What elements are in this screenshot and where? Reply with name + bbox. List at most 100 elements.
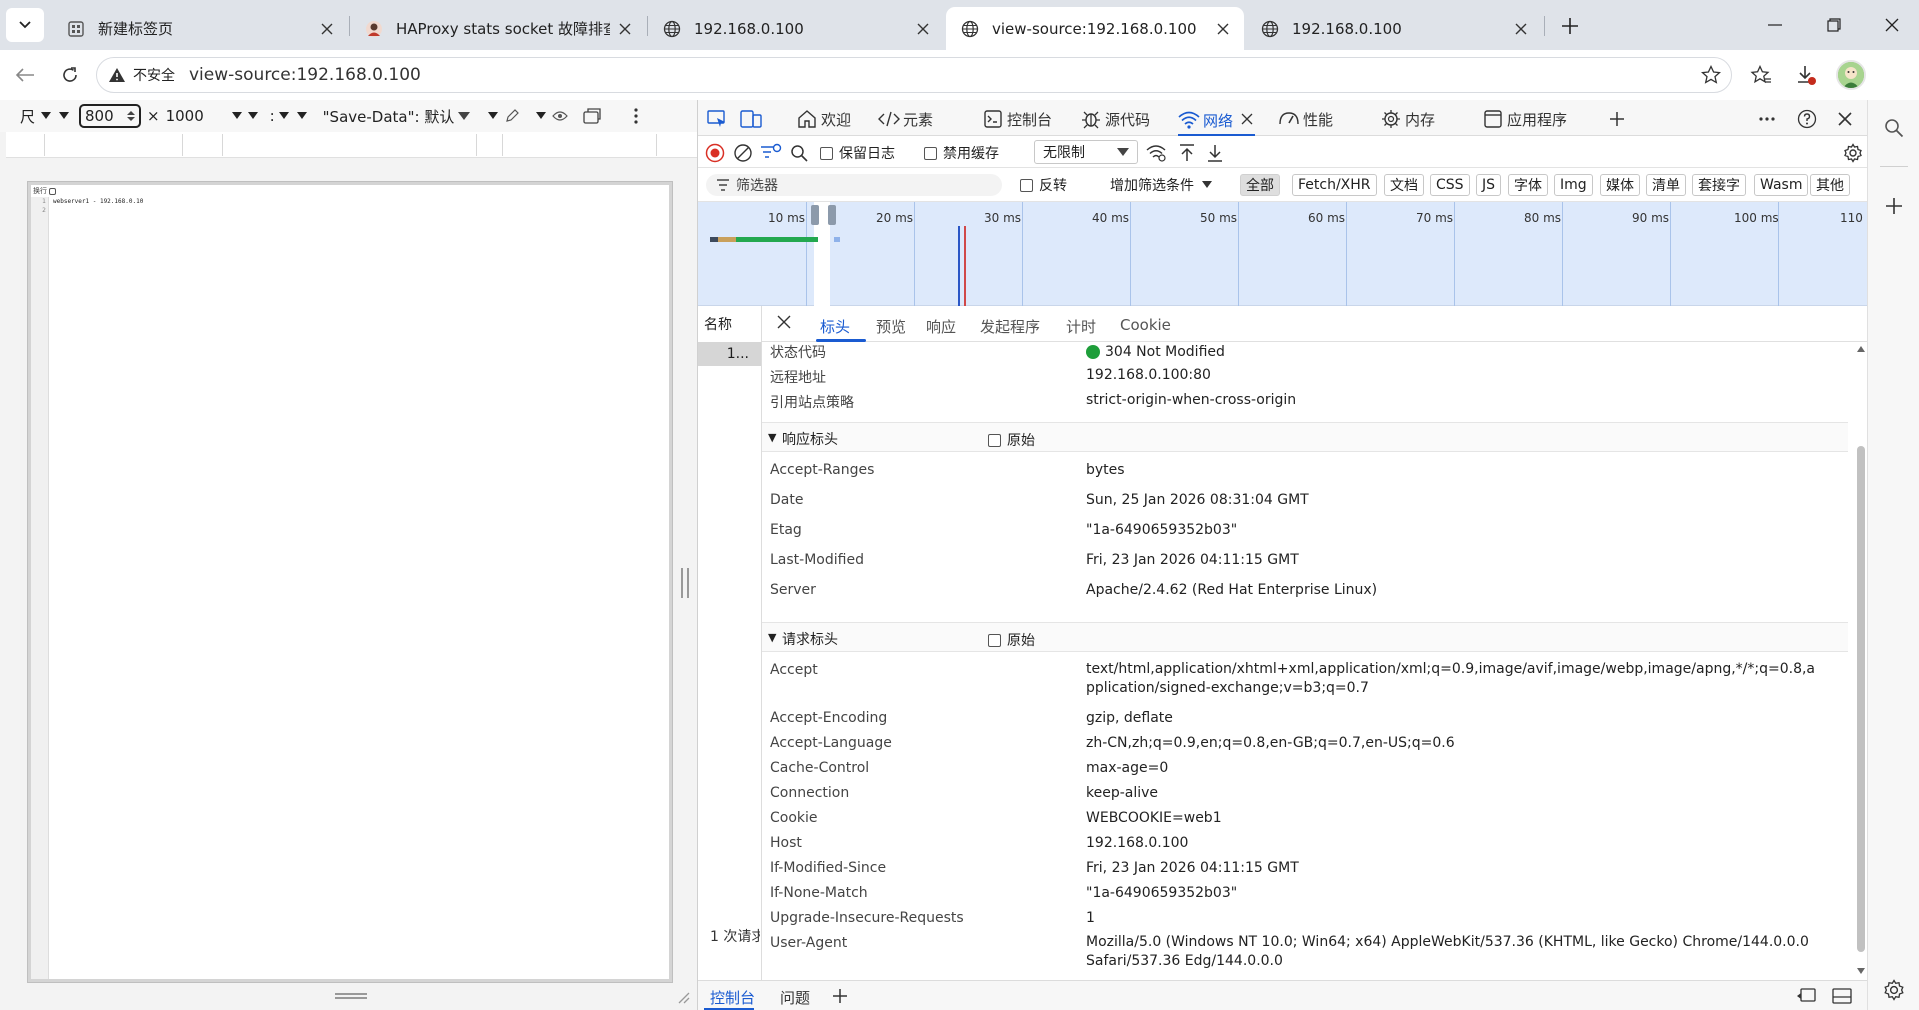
caret-down-icon[interactable] xyxy=(536,112,547,120)
browser-tab[interactable]: HAProxy stats socket 故障排查 - 互 xyxy=(350,7,646,50)
tab-response[interactable]: 响应 xyxy=(926,316,956,337)
inspect-element-button[interactable] xyxy=(704,106,730,132)
tab-performance[interactable]: 性能 xyxy=(1278,106,1333,132)
filter-chip-js[interactable]: JS xyxy=(1476,174,1502,196)
drawer-tab-console[interactable]: 控制台 xyxy=(710,987,755,1008)
invert-toggle[interactable]: 反转 xyxy=(1020,175,1067,195)
emulated-viewport[interactable]: 换行 1 2 webserver1 - 192.168.0.10 xyxy=(28,182,672,982)
record-button[interactable] xyxy=(702,140,728,166)
triangle-down-icon[interactable]: ▼ xyxy=(768,431,776,444)
network-settings-button[interactable] xyxy=(1840,140,1866,166)
filter-chip-font[interactable]: 字体 xyxy=(1508,174,1548,196)
address-bar[interactable]: 不安全 view-source:192.168.0.100 xyxy=(96,57,1732,93)
triangle-down-icon[interactable]: ▼ xyxy=(768,631,776,644)
tab-sources[interactable]: 源代码 xyxy=(1080,106,1150,132)
caret-down-icon[interactable] xyxy=(296,112,307,120)
filter-chip-other[interactable]: 其他 xyxy=(1810,174,1850,196)
close-icon[interactable] xyxy=(318,20,336,38)
media-query-ruler[interactable] xyxy=(6,132,697,158)
scroll-down-icon[interactable] xyxy=(1857,968,1865,974)
plus-icon[interactable] xyxy=(832,988,848,1004)
response-headers-section-header[interactable]: ▼ 响应标头 原始 xyxy=(762,422,1848,452)
raw-checkbox[interactable] xyxy=(988,633,1001,647)
request-row[interactable]: 1... xyxy=(698,342,761,366)
sidebar-search-button[interactable] xyxy=(1880,114,1908,142)
raw-toggle[interactable]: 原始 xyxy=(988,630,1035,650)
rotate-icon[interactable] xyxy=(582,107,602,125)
network-overview-timeline[interactable]: 10 ms 20 ms 30 ms 40 ms 50 ms 60 ms 70 m… xyxy=(698,202,1885,306)
filter-chip-img[interactable]: Img xyxy=(1554,174,1593,196)
disable-cache-toggle[interactable]: 禁用缓存 xyxy=(924,143,999,163)
caret-down-icon[interactable] xyxy=(41,112,52,120)
close-icon[interactable] xyxy=(776,314,792,330)
add-tool-button[interactable] xyxy=(1604,106,1630,132)
tab-actions-button[interactable] xyxy=(6,8,44,42)
tab-console[interactable]: 控制台 xyxy=(982,106,1052,132)
close-icon[interactable] xyxy=(1214,20,1232,38)
pencil-icon[interactable] xyxy=(504,108,520,124)
pane-splitter[interactable] xyxy=(681,568,689,598)
resize-corner-icon[interactable] xyxy=(676,990,690,1004)
visibility-icon[interactable] xyxy=(552,110,569,122)
scrollbar-thumb[interactable] xyxy=(1857,446,1865,952)
tab-memory[interactable]: 内存 xyxy=(1380,106,1435,132)
throttling-select[interactable]: 无限制 xyxy=(1034,140,1138,164)
new-tab-button[interactable] xyxy=(1555,12,1585,40)
dimensions-label[interactable]: 尺 xyxy=(20,106,35,127)
preserve-log-checkbox[interactable] xyxy=(820,146,833,160)
more-options-icon[interactable] xyxy=(634,108,638,124)
import-har-button[interactable] xyxy=(1174,140,1200,166)
network-conditions-button[interactable] xyxy=(1144,140,1170,166)
device-toolbar-toggle[interactable] xyxy=(738,106,764,132)
close-icon[interactable] xyxy=(1241,113,1255,127)
star-icon[interactable] xyxy=(1701,65,1721,85)
back-button[interactable] xyxy=(11,61,39,89)
close-icon[interactable] xyxy=(616,20,634,38)
browser-tab[interactable]: 192.168.0.100 xyxy=(1246,7,1542,50)
more-tools-button[interactable] xyxy=(1754,106,1780,132)
caret-down-icon[interactable] xyxy=(59,112,70,120)
viewport-width-input[interactable]: 800 xyxy=(79,104,142,128)
viewport-resize-handle[interactable] xyxy=(335,993,367,999)
sidebar-add-button[interactable] xyxy=(1880,192,1908,220)
disable-cache-checkbox[interactable] xyxy=(924,146,937,160)
raw-checkbox[interactable] xyxy=(988,433,1001,447)
restore-button[interactable] xyxy=(1814,10,1854,40)
wrap-lines-toggle[interactable]: 换行 xyxy=(33,186,56,196)
spinner-icon[interactable] xyxy=(127,110,136,122)
tab-initiator[interactable]: 发起程序 xyxy=(980,316,1040,337)
tab-network[interactable]: 网络 xyxy=(1178,106,1256,136)
tab-cookies[interactable]: Cookie xyxy=(1120,316,1171,334)
selection-handle-left[interactable] xyxy=(811,205,819,225)
filter-input[interactable]: 筛选器 xyxy=(706,174,1002,196)
warning-icon[interactable] xyxy=(107,65,127,85)
minimize-button[interactable] xyxy=(1755,10,1795,40)
sidebar-settings-button[interactable] xyxy=(1880,976,1908,1004)
browser-tab[interactable]: 192.168.0.100 xyxy=(648,7,944,50)
preserve-log-toggle[interactable]: 保留日志 xyxy=(820,143,895,163)
scroll-up-icon[interactable] xyxy=(1857,346,1865,352)
selection-handle-right[interactable] xyxy=(828,205,836,225)
filter-chip-doc[interactable]: 文档 xyxy=(1384,174,1424,196)
viewport-height-input[interactable]: 1000 xyxy=(166,107,224,125)
close-icon[interactable] xyxy=(914,20,932,38)
caret-down-icon[interactable] xyxy=(247,112,258,120)
security-label[interactable]: 不安全 xyxy=(133,65,175,85)
drawer-layout-icon[interactable] xyxy=(1832,987,1852,1005)
dock-side-icon[interactable] xyxy=(1796,987,1816,1005)
caret-down-icon[interactable] xyxy=(458,111,471,121)
browser-tab-active[interactable]: view-source:192.168.0.100 xyxy=(946,7,1244,50)
drawer-tab-issues[interactable]: 问题 xyxy=(780,987,810,1008)
tab-preview[interactable]: 预览 xyxy=(876,316,906,337)
filter-chip-css[interactable]: CSS xyxy=(1430,174,1470,196)
filter-chip-wasm[interactable]: Wasm xyxy=(1754,174,1809,196)
search-button[interactable] xyxy=(786,140,812,166)
url-text[interactable]: view-source:192.168.0.100 xyxy=(189,65,421,85)
tab-elements[interactable]: 元素 xyxy=(878,106,933,132)
export-har-button[interactable] xyxy=(1202,140,1228,166)
detail-scrollbar[interactable] xyxy=(1854,342,1868,980)
filter-toggle-button[interactable] xyxy=(758,140,784,166)
tab-welcome[interactable]: 欢迎 xyxy=(796,106,851,132)
name-column-header[interactable]: 名称 xyxy=(704,314,732,334)
save-data-select[interactable]: "Save-Data": 默认 xyxy=(323,106,455,127)
